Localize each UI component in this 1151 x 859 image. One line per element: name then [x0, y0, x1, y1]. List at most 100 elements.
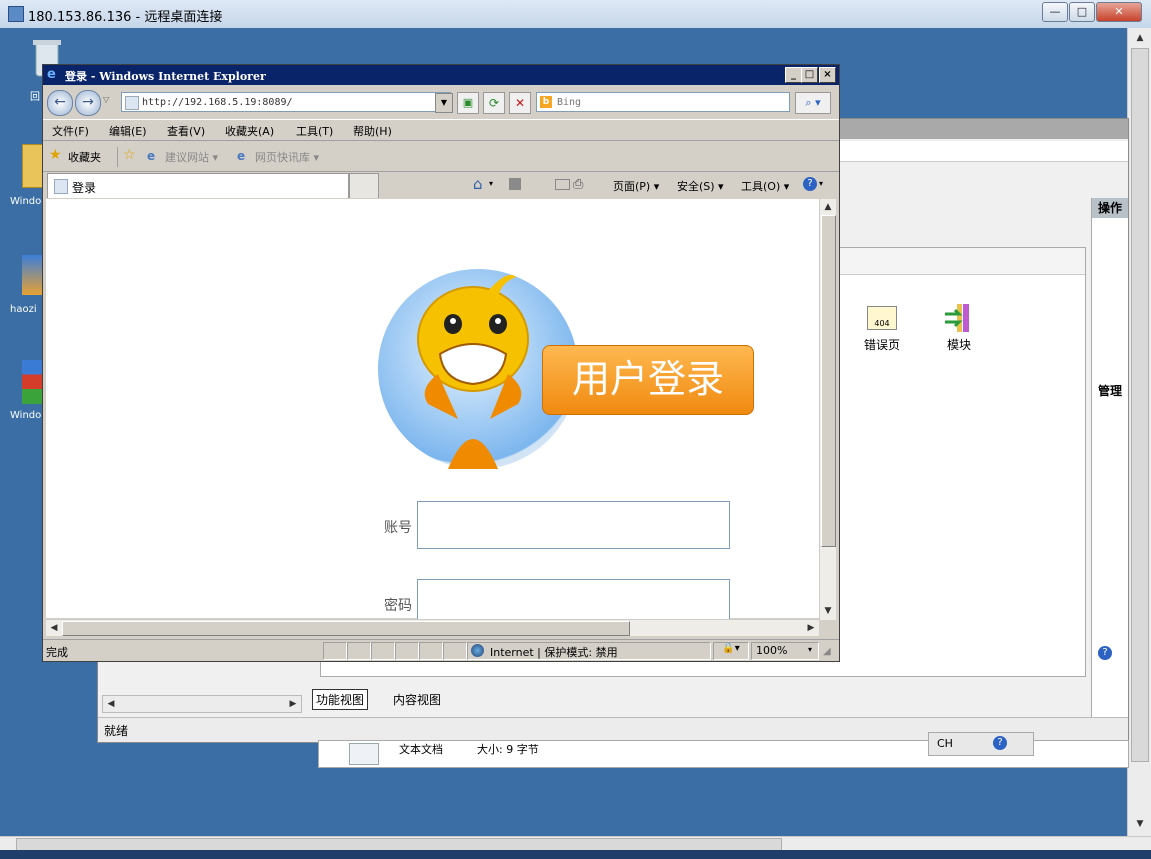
close-button[interactable]: ✕: [1096, 2, 1142, 22]
zoom-control[interactable]: 100% ▾: [751, 642, 819, 660]
menu-edit[interactable]: 编辑(E): [109, 123, 147, 139]
tab-page-icon: [54, 179, 68, 194]
content-vertical-scrollbar[interactable]: ▲ ▼: [819, 199, 836, 620]
tree-scroll-left[interactable]: ◀: [103, 696, 119, 712]
favorites-button[interactable]: 收藏夹: [68, 149, 101, 165]
iis-status-text: 就绪: [104, 724, 129, 738]
forward-button[interactable]: →: [75, 90, 101, 116]
home-icon[interactable]: ⌂: [473, 175, 483, 193]
page-content: 用户登录 账号 密码: [46, 199, 819, 627]
content-scroll-down[interactable]: ▼: [820, 603, 836, 619]
ie-minimize-button[interactable]: _: [785, 67, 802, 83]
login-banner: 用户登录: [542, 345, 754, 415]
ie-window: e 登录 - Windows Internet Explorer _ □ × ←…: [42, 64, 840, 662]
search-button[interactable]: ⌕ ▾: [795, 92, 831, 114]
tree-hscrollbar[interactable]: ◀ ▶: [102, 695, 302, 713]
web-slice-gallery-link[interactable]: 网页快讯库 ▾: [255, 149, 319, 165]
tools-menu[interactable]: 工具(O) ▾: [741, 178, 789, 194]
ie-close-button[interactable]: ×: [819, 67, 836, 83]
desktop-horizontal-scrollbar[interactable]: [0, 836, 1151, 852]
suggested-sites-link[interactable]: 建议网站 ▾: [165, 149, 218, 165]
haozip-icon[interactable]: [22, 255, 44, 295]
tab-content-view[interactable]: 内容视图: [390, 690, 444, 709]
zoom-level[interactable]: 100%: [756, 644, 787, 657]
bing-icon: b: [540, 96, 552, 108]
desktop-vertical-scrollbar[interactable]: ▲ ▼: [1127, 28, 1151, 836]
ie-status-bar: 完成 Internet | 保护模式: 禁用 🔒▾ 100% ▾ ◢: [43, 639, 839, 662]
scroll-thumb[interactable]: [1131, 48, 1149, 762]
ie-maximize-button[interactable]: □: [801, 67, 818, 83]
print-icon[interactable]: ⎙: [573, 177, 583, 192]
tab-login[interactable]: 登录: [47, 173, 349, 198]
favorites-star-icon[interactable]: ★: [49, 147, 62, 163]
menu-favorites[interactable]: 收藏夹(A): [225, 123, 274, 139]
ie-window-title: 登录 - Windows Internet Explorer: [65, 70, 266, 83]
folder-label: Windo: [10, 196, 42, 207]
maximize-button[interactable]: □: [1069, 2, 1095, 22]
zoom-dropdown-arrow[interactable]: ▾: [808, 645, 812, 654]
refresh-icon[interactable]: ⟳: [483, 92, 505, 114]
account-input[interactable]: [417, 501, 730, 549]
password-label: 密码: [384, 598, 412, 614]
error-pages-label[interactable]: 错误页: [864, 336, 900, 353]
stop-icon[interactable]: ✕: [509, 92, 531, 114]
menu-file[interactable]: 文件(F): [52, 123, 89, 139]
security-zone-text: Internet | 保护模式: 禁用: [490, 646, 618, 659]
recycle-bin-label: 回: [30, 92, 40, 103]
web-slice-gallery-icon: e: [237, 149, 246, 163]
address-bar[interactable]: [121, 92, 451, 112]
menu-view[interactable]: 查看(V): [167, 123, 205, 139]
separator: [117, 147, 118, 167]
modules-icon[interactable]: [943, 304, 973, 332]
language-indicator[interactable]: CH: [937, 737, 953, 750]
protected-mode-button[interactable]: 🔒▾: [713, 642, 749, 660]
address-dropdown-button[interactable]: ▼: [435, 93, 453, 113]
add-favorites-icon[interactable]: ☆: [123, 147, 136, 163]
status-cell: [395, 642, 419, 660]
zone-cell: Internet | 保护模式: 禁用: [467, 642, 711, 660]
status-cell: [323, 642, 347, 660]
error-pages-icon[interactable]: 404: [867, 306, 897, 330]
menu-tools[interactable]: 工具(T): [296, 123, 333, 139]
winrar-label: Windo: [10, 410, 42, 421]
text-file-icon: [349, 743, 379, 765]
compatibility-view-icon[interactable]: ▣: [457, 92, 479, 114]
minimize-button[interactable]: —: [1042, 2, 1068, 22]
ie-help-dropdown[interactable]: ▾: [819, 179, 823, 188]
menu-help[interactable]: 帮助(H): [353, 123, 392, 139]
new-tab-button[interactable]: [349, 173, 379, 198]
internet-zone-icon: [471, 644, 484, 657]
search-input[interactable]: [536, 92, 790, 112]
content-scroll-thumb[interactable]: [821, 215, 836, 547]
modules-label[interactable]: 模块: [947, 336, 971, 353]
account-label: 账号: [384, 520, 412, 536]
ie-help-icon[interactable]: ?: [803, 177, 817, 191]
resize-grip[interactable]: ◢: [823, 646, 831, 657]
rdp-window-title: 180.153.86.136 - 远程桌面连接: [28, 10, 223, 25]
back-button[interactable]: ←: [47, 90, 73, 116]
manage-title: 管理: [1098, 384, 1123, 398]
content-horizontal-scrollbar[interactable]: ◀ ▶: [46, 619, 819, 636]
read-mail-icon[interactable]: [555, 179, 570, 190]
tree-scroll-right[interactable]: ▶: [285, 696, 301, 712]
page-icon: [125, 96, 139, 110]
content-scroll-right[interactable]: ▶: [803, 620, 819, 636]
favorites-bar: ★ 收藏夹 ☆ e 建议网站 ▾ e 网页快讯库 ▾: [43, 143, 839, 172]
safety-menu[interactable]: 安全(S) ▾: [677, 178, 724, 194]
content-scroll-up[interactable]: ▲: [820, 199, 836, 215]
help-icon[interactable]: ?: [1098, 646, 1112, 660]
content-hscroll-thumb[interactable]: [62, 621, 630, 636]
page-menu[interactable]: 页面(P) ▾: [613, 178, 659, 194]
language-bar[interactable]: CH ?: [928, 732, 1034, 756]
winrar-icon[interactable]: [22, 360, 44, 404]
tab-login-label: 登录: [72, 181, 97, 195]
scroll-down-arrow[interactable]: ▼: [1132, 816, 1148, 832]
home-dropdown[interactable]: ▾: [489, 179, 493, 188]
tab-features-view[interactable]: 功能视图: [312, 689, 369, 710]
scroll-up-arrow[interactable]: ▲: [1132, 30, 1148, 46]
status-cell: [371, 642, 395, 660]
feeds-icon[interactable]: [509, 178, 521, 190]
language-help-icon[interactable]: ?: [993, 736, 1007, 750]
content-scroll-left[interactable]: ◀: [46, 620, 62, 636]
recent-pages-dropdown[interactable]: ▽: [103, 95, 109, 104]
